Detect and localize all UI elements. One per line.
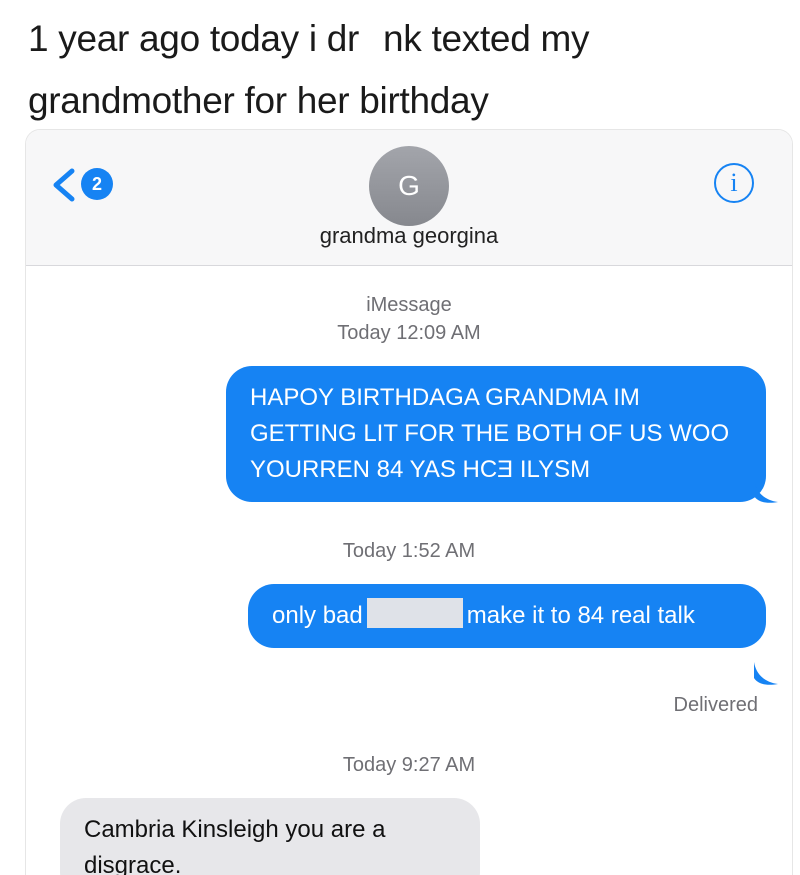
contact-avatar[interactable]: G <box>369 146 449 226</box>
message-text: make it to 84 real talk <box>466 602 695 629</box>
message-text: HAPOY BIRTHDAGA GRANDMA IM GETTING LIT F… <box>250 384 730 483</box>
caption-redaction <box>359 23 384 55</box>
service-label: iMessage <box>366 294 452 316</box>
caption-line-2: grandmother for her birthday <box>28 80 489 121</box>
message-text: only bad <box>272 602 363 629</box>
conversation-header: 2 G grandma georgina i <box>26 130 792 266</box>
received-message-bubble[interactable]: Cambria Kinsleigh you are a disgrace. <box>60 798 480 875</box>
sent-message-bubble[interactable]: only bad make it to 84 real talk <box>248 584 766 648</box>
post-caption: 1 year ago today i dr nk texted my grandm… <box>28 8 768 132</box>
timestamp: Today 1:52 AM <box>342 540 476 562</box>
messages-screenshot: 2 G grandma georgina i iMessage Today 12… <box>26 130 792 875</box>
caption-line-1: 1 year ago today i dr nk texted my <box>28 18 590 59</box>
bubble-tail <box>754 662 778 685</box>
message-text: Cambria Kinsleigh you are a disgrace. <box>84 816 386 875</box>
sent-message-bubble[interactable]: HAPOY BIRTHDAGA GRANDMA IM GETTING LIT F… <box>226 366 766 502</box>
timestamp: Today 12:09 AM <box>337 322 481 344</box>
bubble-tail <box>754 480 778 503</box>
unread-count-badge[interactable]: 2 <box>81 168 113 200</box>
timestamp: Today 9:27 AM <box>342 754 476 776</box>
redacted-word <box>366 598 463 628</box>
contact-name[interactable]: grandma georgina <box>26 223 792 249</box>
info-icon[interactable]: i <box>714 163 754 203</box>
back-chevron-icon[interactable] <box>48 167 78 203</box>
delivery-status: Delivered <box>673 694 758 716</box>
